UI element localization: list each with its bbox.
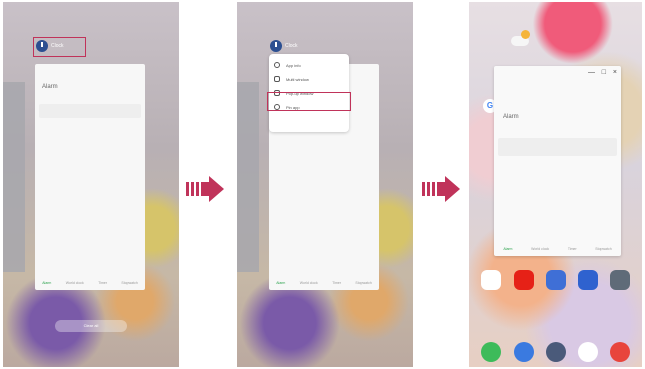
info-icon bbox=[274, 62, 280, 68]
weather-sun bbox=[521, 30, 530, 39]
alarm-title: Alarm bbox=[42, 84, 58, 90]
tab-stopwatch[interactable]: Stopwatch bbox=[355, 281, 371, 285]
apps-folder-icon[interactable] bbox=[481, 270, 501, 290]
menu-item-label: Multi window bbox=[286, 76, 309, 82]
home-screen: G — □ × Alarm Alarm World clock Timer St… bbox=[469, 2, 642, 367]
previous-app-strip[interactable] bbox=[237, 82, 259, 272]
recents-screen-1: Clock Alarm Alarm World clock Timer Stop… bbox=[3, 2, 179, 367]
clock-tab-bar: Alarm World clock Timer Stopwatch bbox=[269, 276, 379, 290]
right-arrow-icon bbox=[186, 176, 228, 207]
menu-item-multi-window[interactable]: Multi window bbox=[269, 72, 349, 86]
tab-timer[interactable]: Timer bbox=[568, 247, 577, 251]
clock-app-card[interactable]: Alarm Alarm World clock Timer Stopwatch bbox=[35, 64, 145, 290]
menu-item-label: App info bbox=[286, 62, 301, 68]
phone-icon[interactable] bbox=[481, 342, 501, 362]
tab-world-clock[interactable]: World clock bbox=[531, 247, 549, 251]
youtube-icon[interactable] bbox=[514, 270, 534, 290]
alarm-title: Alarm bbox=[503, 114, 519, 120]
close-button[interactable]: × bbox=[613, 69, 617, 76]
tab-alarm[interactable]: Alarm bbox=[42, 281, 51, 285]
video-icon[interactable] bbox=[578, 270, 598, 290]
tab-alarm[interactable]: Alarm bbox=[276, 281, 285, 285]
clock-tab-bar: Alarm World clock Timer Stopwatch bbox=[35, 276, 145, 290]
minimize-button[interactable]: — bbox=[588, 69, 595, 76]
clock-tab-bar: Alarm World clock Timer Stopwatch bbox=[494, 242, 621, 256]
tab-alarm[interactable]: Alarm bbox=[503, 247, 512, 251]
tab-stopwatch[interactable]: Stopwatch bbox=[595, 247, 611, 251]
alarm-row[interactable] bbox=[39, 104, 141, 118]
previous-app-strip[interactable] bbox=[3, 82, 25, 272]
clock-app-label: Clock bbox=[285, 43, 298, 49]
camera-icon[interactable] bbox=[546, 342, 566, 362]
clock-badge-highlight bbox=[33, 37, 86, 57]
clear-all-button[interactable]: Clear all bbox=[55, 320, 127, 332]
multi-window-icon bbox=[274, 76, 280, 82]
play-store-icon[interactable] bbox=[578, 342, 598, 362]
settings-icon[interactable] bbox=[610, 270, 630, 290]
tab-stopwatch[interactable]: Stopwatch bbox=[121, 281, 137, 285]
tab-world-clock[interactable]: World clock bbox=[66, 281, 84, 285]
drive-icon[interactable] bbox=[546, 270, 566, 290]
chrome-icon[interactable] bbox=[610, 342, 630, 362]
clock-icon bbox=[270, 40, 282, 52]
tab-timer[interactable]: Timer bbox=[98, 281, 107, 285]
maximize-button[interactable]: □ bbox=[602, 69, 606, 76]
clock-pop-up-window[interactable]: — □ × Alarm Alarm World clock Timer Stop… bbox=[494, 66, 621, 256]
right-arrow-icon bbox=[422, 176, 464, 207]
alarm-row[interactable] bbox=[498, 138, 617, 156]
tab-timer[interactable]: Timer bbox=[332, 281, 341, 285]
recents-screen-2: Clock Alarm World clock Timer Stopwatch … bbox=[237, 2, 413, 367]
clock-app-badge[interactable]: Clock bbox=[270, 40, 298, 52]
pop-up-window-highlight bbox=[267, 92, 351, 111]
messages-icon[interactable] bbox=[514, 342, 534, 362]
tab-world-clock[interactable]: World clock bbox=[300, 281, 318, 285]
menu-item-app-info[interactable]: App info bbox=[269, 58, 349, 72]
